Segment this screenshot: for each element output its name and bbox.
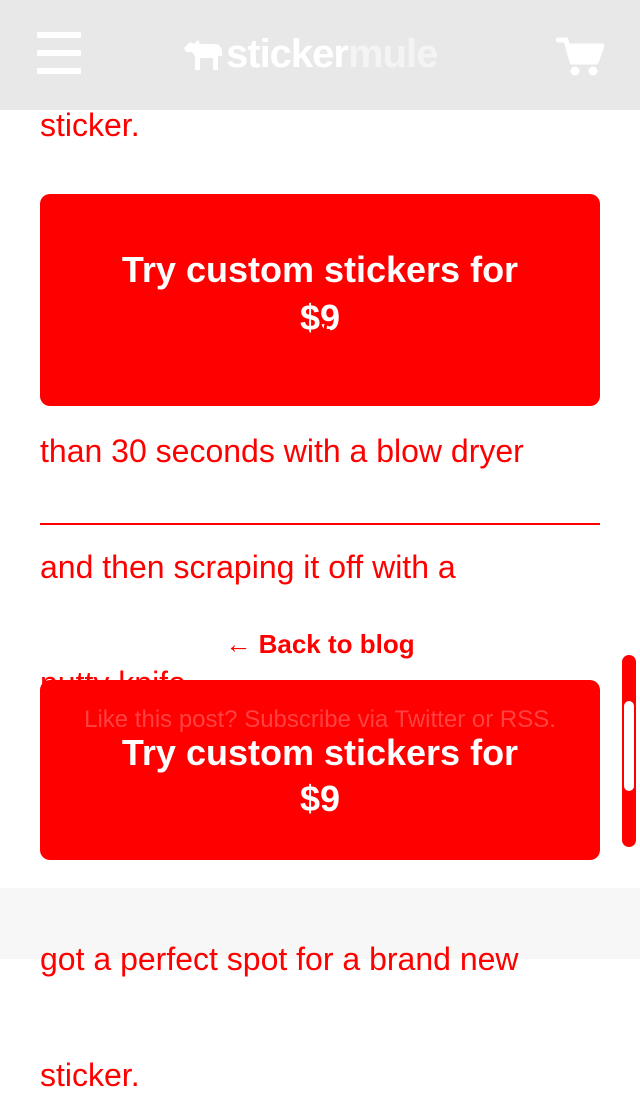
article-line: and then scraping it off with a [40,549,456,585]
sticker-mule-logo[interactable]: stickermule [180,30,438,78]
shopping-cart-icon[interactable] [555,36,605,78]
logo-wordmark: stickermule [226,30,438,78]
article-line: Once the residue is gone, you’ve [40,823,507,859]
top-navigation-bar: stickermule [0,0,640,110]
mule-logo-icon [184,40,222,70]
paragraph-divider [40,523,600,525]
menu-bar-line [37,50,81,56]
page-scrollbar[interactable] [622,655,636,847]
menu-bar-line [37,68,81,74]
article-line: sticker. [40,1057,140,1093]
menu-bar-line [37,32,81,38]
promo-title: Try custom stickers for $9 [121,732,519,819]
article-line: than 30 seconds with a blow dryer [40,433,524,469]
article-line: For glass, wood, and walls, try [40,201,471,237]
subscribe-prompt: Like this post? Subscribe via Twitter or… [84,706,556,733]
back-to-blog-link[interactable]: ← Back to blog [0,628,640,660]
cart-glyph [555,37,605,76]
hamburger-menu-icon[interactable] [37,32,81,74]
scrollbar-thumb[interactable] [624,701,634,791]
article-line: heating the residue for no more [40,317,485,353]
article-line: got a perfect spot for a brand new [40,941,519,977]
logo-word-mule: mule [347,32,438,76]
logo-word-sticker: sticker [226,32,349,76]
